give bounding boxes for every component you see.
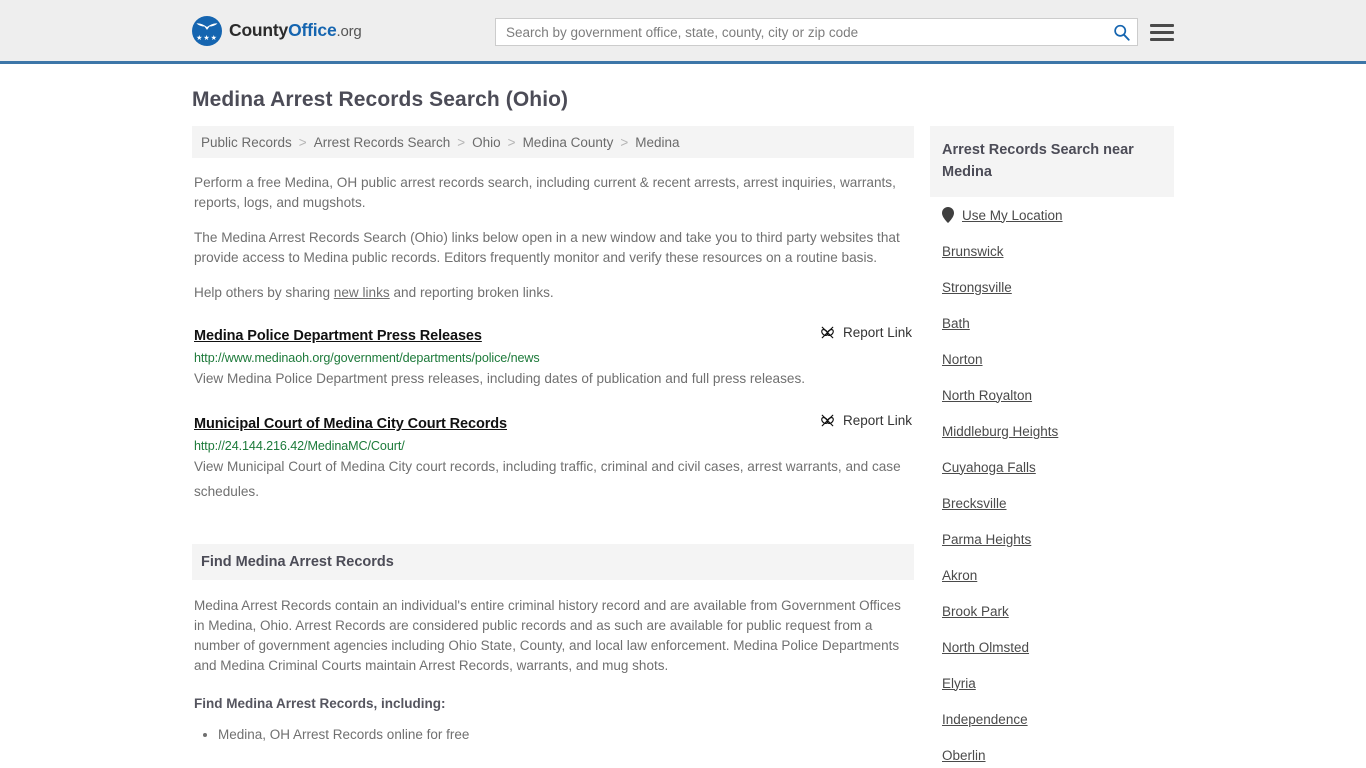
city-link[interactable]: Middleburg Heights — [942, 424, 1058, 439]
find-records-subheading: Find Medina Arrest Records, including: — [194, 696, 446, 711]
sidebar-item-elyria[interactable]: Elyria — [942, 665, 1162, 701]
map-pin-icon — [942, 207, 954, 223]
page-container: Medina Arrest Records Search (Ohio) Publ… — [0, 88, 1366, 768]
report-link-label: Report Link — [842, 413, 912, 428]
city-link[interactable]: Akron — [942, 568, 977, 583]
result-header: Medina Police Department Press Releases … — [194, 325, 912, 344]
sidebar-item-oberlin[interactable]: Oberlin — [942, 737, 1162, 768]
sidebar-city-list: Use My Location Brunswick Strongsville B… — [930, 197, 1174, 768]
city-link[interactable]: Brecksville — [942, 496, 1007, 511]
search-icon — [1113, 24, 1130, 41]
sidebar-item-brecksville[interactable]: Brecksville — [942, 485, 1162, 521]
city-link[interactable]: Parma Heights — [942, 532, 1031, 547]
page-title: Medina Arrest Records Search (Ohio) — [192, 88, 569, 111]
hamburger-menu-icon[interactable] — [1150, 20, 1174, 44]
breadcrumb-item-arrest-records-search[interactable]: Arrest Records Search — [314, 135, 451, 150]
new-links-link[interactable]: new links — [334, 285, 390, 300]
breadcrumb-item-ohio[interactable]: Ohio — [472, 135, 501, 150]
intro-p3-before: Help others by sharing — [194, 285, 334, 300]
result-item: Municipal Court of Medina City Court Rec… — [192, 413, 914, 504]
result-description: View Medina Police Department press rele… — [194, 371, 806, 386]
find-records-paragraph: Medina Arrest Records contain an individ… — [194, 598, 901, 673]
city-link[interactable]: Strongsville — [942, 280, 1012, 295]
sidebar-item-akron[interactable]: Akron — [942, 557, 1162, 593]
sidebar: Arrest Records Search near Medina Use My… — [930, 126, 1174, 768]
city-link[interactable]: Bath — [942, 316, 970, 331]
result-title-link[interactable]: Medina Police Department Press Releases — [194, 328, 482, 344]
intro-paragraph-1: Perform a free Medina, OH public arrest … — [194, 175, 896, 210]
sidebar-item-use-my-location[interactable]: Use My Location — [942, 197, 1162, 233]
logo-text-office: Office — [288, 20, 337, 40]
site-logo[interactable]: ★★★ CountyOffice.org — [192, 15, 362, 46]
broken-link-icon — [821, 326, 834, 339]
sidebar-item-north-olmsted[interactable]: North Olmsted — [942, 629, 1162, 665]
sidebar-item-parma-heights[interactable]: Parma Heights — [942, 521, 1162, 557]
city-link[interactable]: Brook Park — [942, 604, 1009, 619]
sidebar-item-north-royalton[interactable]: North Royalton — [942, 377, 1162, 413]
report-link-button[interactable]: Report Link — [808, 325, 912, 340]
hamburger-bar — [1150, 30, 1174, 34]
city-link[interactable]: Brunswick — [942, 244, 1004, 259]
search-bar[interactable] — [495, 18, 1138, 46]
broken-link-icon — [821, 414, 834, 427]
result-description: View Municipal Court of Medina City cour… — [194, 459, 901, 499]
intro-text: Perform a free Medina, OH public arrest … — [192, 173, 914, 303]
find-records-section-body: Medina Arrest Records contain an individ… — [192, 596, 914, 745]
use-my-location-link[interactable]: Use My Location — [962, 208, 1063, 223]
city-link[interactable]: Elyria — [942, 676, 976, 691]
site-header: ★★★ CountyOffice.org — [0, 0, 1366, 64]
hamburger-bar — [1150, 23, 1174, 27]
sidebar-item-bath[interactable]: Bath — [942, 305, 1162, 341]
find-records-section-heading: Find Medina Arrest Records — [192, 544, 914, 580]
sidebar-item-brunswick[interactable]: Brunswick — [942, 233, 1162, 269]
sidebar-item-norton[interactable]: Norton — [942, 341, 1162, 377]
logo-text-tld: .org — [336, 23, 362, 40]
eagle-icon — [196, 22, 218, 30]
city-link[interactable]: Independence — [942, 712, 1028, 727]
sidebar-item-middleburg-heights[interactable]: Middleburg Heights — [942, 413, 1162, 449]
intro-paragraph-2: The Medina Arrest Records Search (Ohio) … — [194, 230, 900, 265]
search-button[interactable] — [1105, 19, 1137, 45]
eagle-shield-logo-icon: ★★★ — [192, 15, 222, 46]
city-link[interactable]: Oberlin — [942, 748, 986, 763]
result-item: Medina Police Department Press Releases … — [192, 325, 914, 391]
logo-text-county: County — [229, 20, 289, 40]
sidebar-heading: Arrest Records Search near Medina — [930, 126, 1174, 197]
intro-paragraph-3: Help others by sharing new links and rep… — [192, 283, 914, 303]
report-link-button[interactable]: Report Link — [808, 413, 912, 428]
city-link[interactable]: North Olmsted — [942, 640, 1029, 655]
result-url[interactable]: http://24.144.216.42/MedinaMC/Court/ — [194, 439, 912, 453]
breadcrumb-item-medina[interactable]: Medina — [635, 135, 679, 150]
content-columns: Public Records > Arrest Records Search >… — [192, 126, 1174, 768]
logo-wordmark: CountyOffice.org — [229, 20, 362, 41]
sidebar-item-brook-park[interactable]: Brook Park — [942, 593, 1162, 629]
city-link[interactable]: North Royalton — [942, 388, 1032, 403]
search-input[interactable] — [496, 19, 1105, 45]
sidebar-item-cuyahoga-falls[interactable]: Cuyahoga Falls — [942, 449, 1162, 485]
sidebar-item-strongsville[interactable]: Strongsville — [942, 269, 1162, 305]
hamburger-bar — [1150, 37, 1174, 41]
breadcrumb-item-public-records[interactable]: Public Records — [201, 135, 292, 150]
breadcrumb-separator: > — [298, 134, 307, 150]
find-records-list: Medina, OH Arrest Records online for fre… — [192, 724, 914, 745]
report-link-label: Report Link — [842, 325, 912, 340]
breadcrumb-separator: > — [620, 134, 629, 150]
main-column: Public Records > Arrest Records Search >… — [192, 126, 914, 745]
list-item: Medina, OH Arrest Records online for fre… — [218, 724, 914, 745]
sidebar-item-independence[interactable]: Independence — [942, 701, 1162, 737]
result-url[interactable]: http://www.medinaoh.org/government/depar… — [194, 351, 912, 365]
breadcrumb-separator: > — [457, 134, 466, 150]
result-title-link[interactable]: Municipal Court of Medina City Court Rec… — [194, 416, 507, 432]
result-header: Municipal Court of Medina City Court Rec… — [194, 413, 912, 432]
stars-icon: ★★★ — [196, 34, 218, 42]
city-link[interactable]: Norton — [942, 352, 983, 367]
breadcrumb: Public Records > Arrest Records Search >… — [192, 126, 914, 158]
breadcrumb-separator: > — [507, 134, 516, 150]
city-link[interactable]: Cuyahoga Falls — [942, 460, 1036, 475]
intro-p3-after: and reporting broken links. — [389, 285, 554, 300]
breadcrumb-item-medina-county[interactable]: Medina County — [523, 135, 614, 150]
